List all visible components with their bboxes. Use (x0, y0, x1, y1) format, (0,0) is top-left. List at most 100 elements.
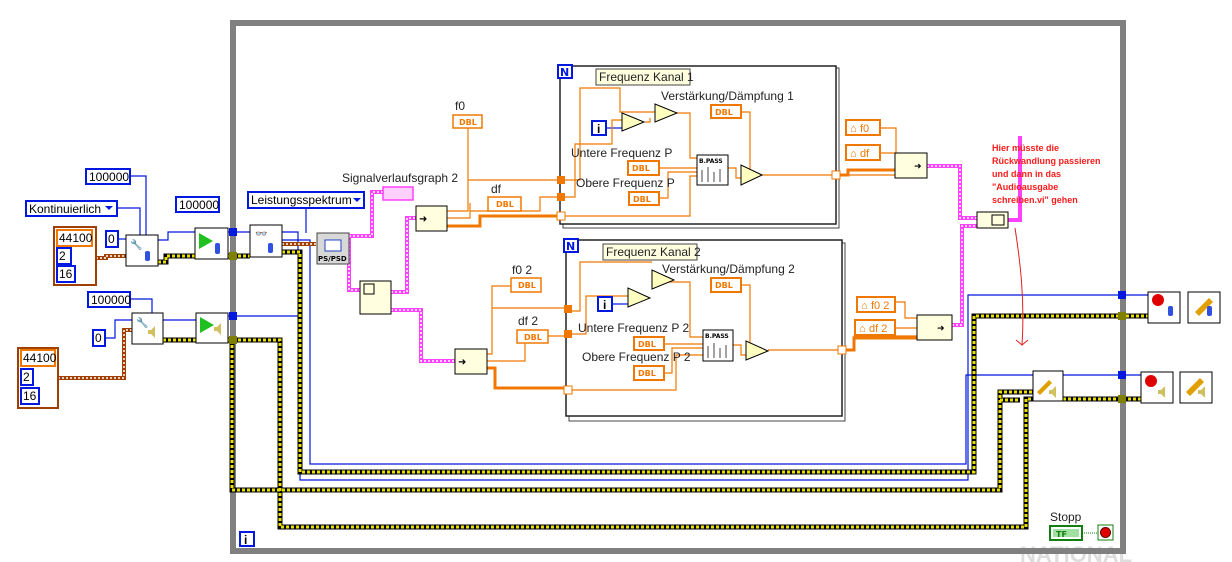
svg-text:16: 16 (59, 267, 73, 281)
stop-icon (1145, 375, 1157, 387)
svg-text:PS/PSD: PS/PSD (318, 255, 347, 263)
svg-text:DBL: DBL (638, 340, 656, 349)
build-waveform-node-1[interactable]: ➜ (894, 152, 928, 179)
svg-text:🔧: 🔧 (130, 238, 142, 251)
sample-mode-dropdown[interactable]: Kontinuierlich (25, 200, 118, 217)
upper-freq-2-label: Obere Frequenz P 2 (582, 350, 691, 364)
svg-text:N: N (560, 66, 569, 79)
stop-icon (1152, 294, 1164, 306)
df-2-local-variable[interactable]: ⌂ df 2 (854, 319, 896, 336)
sound-input-clear-node[interactable] (1187, 291, 1221, 324)
gain-1-control[interactable]: DBL (710, 104, 742, 119)
upper-freq-control[interactable]: DBL (628, 191, 660, 206)
lower-freq-label: Untere Frequenz P (571, 146, 672, 160)
svg-text:➜: ➜ (914, 162, 922, 172)
sound-input-start-node[interactable] (194, 227, 229, 260)
device-id-const-2[interactable]: 0 (92, 329, 106, 347)
microphone-icon (1168, 306, 1173, 316)
lower-freq-control[interactable]: DBL (627, 160, 660, 176)
svg-text:100000: 100000 (91, 293, 131, 307)
gain-2-control[interactable]: DBL (710, 277, 742, 293)
lower-freq-2-label: Untere Frequenz P 2 (578, 321, 690, 335)
get-waveform-components-2[interactable]: ➜ (454, 348, 488, 375)
df-indicator[interactable]: DBL (487, 196, 522, 212)
stop-boolean-control[interactable]: TF (1049, 525, 1083, 541)
svg-text:0: 0 (108, 232, 115, 246)
svg-text:f0: f0 (860, 123, 869, 135)
svg-text:16: 16 (23, 389, 37, 403)
f0-2-local-variable[interactable]: ⌂ f0 2 (856, 296, 896, 313)
svg-text:2: 2 (59, 249, 66, 263)
sound-input-read-node[interactable]: 👓 (249, 224, 283, 258)
svg-text:100000: 100000 (179, 198, 219, 212)
f0-indicator[interactable]: DBL (452, 114, 483, 129)
svg-text:Kontinuierlich: Kontinuierlich (29, 202, 101, 216)
svg-text:Hier müsste die: Hier müsste die (992, 143, 1059, 153)
svg-text:44100: 44100 (59, 231, 93, 245)
build-array-node[interactable] (976, 211, 1009, 229)
annotation-note: Hier müsste die Rückwandlung passieren u… (992, 143, 1101, 205)
microphone-icon (145, 251, 150, 261)
device-id-const-1[interactable]: 0 (105, 230, 119, 248)
sound-output-stop-node[interactable] (1140, 371, 1174, 404)
svg-text:➜: ➜ (458, 357, 466, 368)
svg-text:TF: TF (1056, 530, 1067, 539)
microphone-icon (268, 243, 273, 253)
svg-text:df 2: df 2 (869, 323, 887, 335)
svg-text:schreiben.vi" gehen: schreiben.vi" gehen (992, 195, 1078, 205)
svg-text:⌂: ⌂ (859, 323, 866, 335)
svg-text:DBL: DBL (715, 108, 733, 117)
loop1-iteration: i (591, 120, 607, 136)
audio-format-cluster-2[interactable]: 44100 2 16 (17, 347, 59, 409)
buffer-size-const-1[interactable]: 100000 (85, 168, 131, 185)
svg-text:DBL: DBL (633, 195, 651, 204)
df-local-variable[interactable]: ⌂ df (845, 144, 881, 161)
split-signals-node[interactable] (359, 280, 392, 315)
bandpass-filter-node-2[interactable]: B.PASS (702, 329, 734, 362)
svg-text:und dann in das: und dann in das (992, 169, 1061, 179)
while-iteration-terminal: i (239, 531, 255, 547)
df-label: df (491, 182, 502, 196)
svg-text:🔧: 🔧 (136, 316, 148, 329)
svg-text:i: i (244, 533, 247, 547)
svg-text:DBL: DBL (638, 369, 656, 378)
svg-text:DBL: DBL (518, 281, 536, 290)
svg-text:Rückwandlung passieren: Rückwandlung passieren (992, 156, 1101, 166)
microphone-icon (215, 243, 220, 254)
samples-const[interactable]: 100000 (175, 196, 220, 213)
get-waveform-components-1[interactable]: ➜ (415, 205, 448, 232)
bandpass-filter-node[interactable]: B.PASS (696, 154, 729, 186)
power-spectrum-node[interactable]: PS/PSD (316, 232, 350, 265)
f0-2-indicator[interactable]: DBL (510, 277, 542, 293)
sound-output-start-node[interactable] (195, 312, 229, 344)
svg-text:N: N (566, 240, 575, 253)
svg-text:Frequenz Kanal 1: Frequenz Kanal 1 (599, 70, 694, 84)
waveform-graph-terminal[interactable] (382, 186, 414, 201)
annotation-arrow (1014, 227, 1029, 347)
sound-output-clear-node[interactable] (1179, 371, 1213, 404)
sound-output-write-node[interactable] (1032, 370, 1064, 402)
svg-text:DBL: DBL (459, 118, 477, 127)
build-waveform-node-2[interactable]: ➜ (916, 314, 953, 341)
svg-text:0: 0 (95, 331, 102, 345)
upper-freq-2-control[interactable]: DBL (633, 365, 665, 381)
gain-1-label: Verstärkung/Dämpfung 1 (661, 89, 794, 103)
audio-format-cluster-1[interactable]: 44100 2 16 (53, 226, 97, 286)
f0-local-variable[interactable]: ⌂ f0 (845, 119, 881, 136)
lower-freq-2-control[interactable]: DBL (633, 336, 665, 351)
svg-text:DBL: DBL (496, 200, 514, 209)
spectrum-mode-dropdown[interactable]: Leistungsspektrum (247, 191, 365, 209)
sound-input-stop-node[interactable] (1147, 291, 1181, 324)
svg-text:2: 2 (23, 370, 30, 384)
df-2-indicator[interactable]: DBL (516, 329, 549, 344)
svg-text:⌂: ⌂ (861, 300, 868, 312)
svg-text:DBL: DBL (632, 164, 650, 173)
f0-2-label: f0 2 (512, 263, 532, 277)
sound-input-configure-node[interactable]: 🔧 (125, 234, 159, 267)
svg-text:➜: ➜ (419, 214, 427, 225)
loop-condition-terminal[interactable] (1097, 524, 1114, 541)
buffer-size-const-2[interactable]: 100000 (87, 291, 131, 308)
svg-text:i: i (603, 298, 606, 312)
svg-text:Leistungsspektrum: Leistungsspektrum (251, 193, 352, 207)
sound-output-configure-node[interactable]: 🔧 (131, 312, 164, 345)
